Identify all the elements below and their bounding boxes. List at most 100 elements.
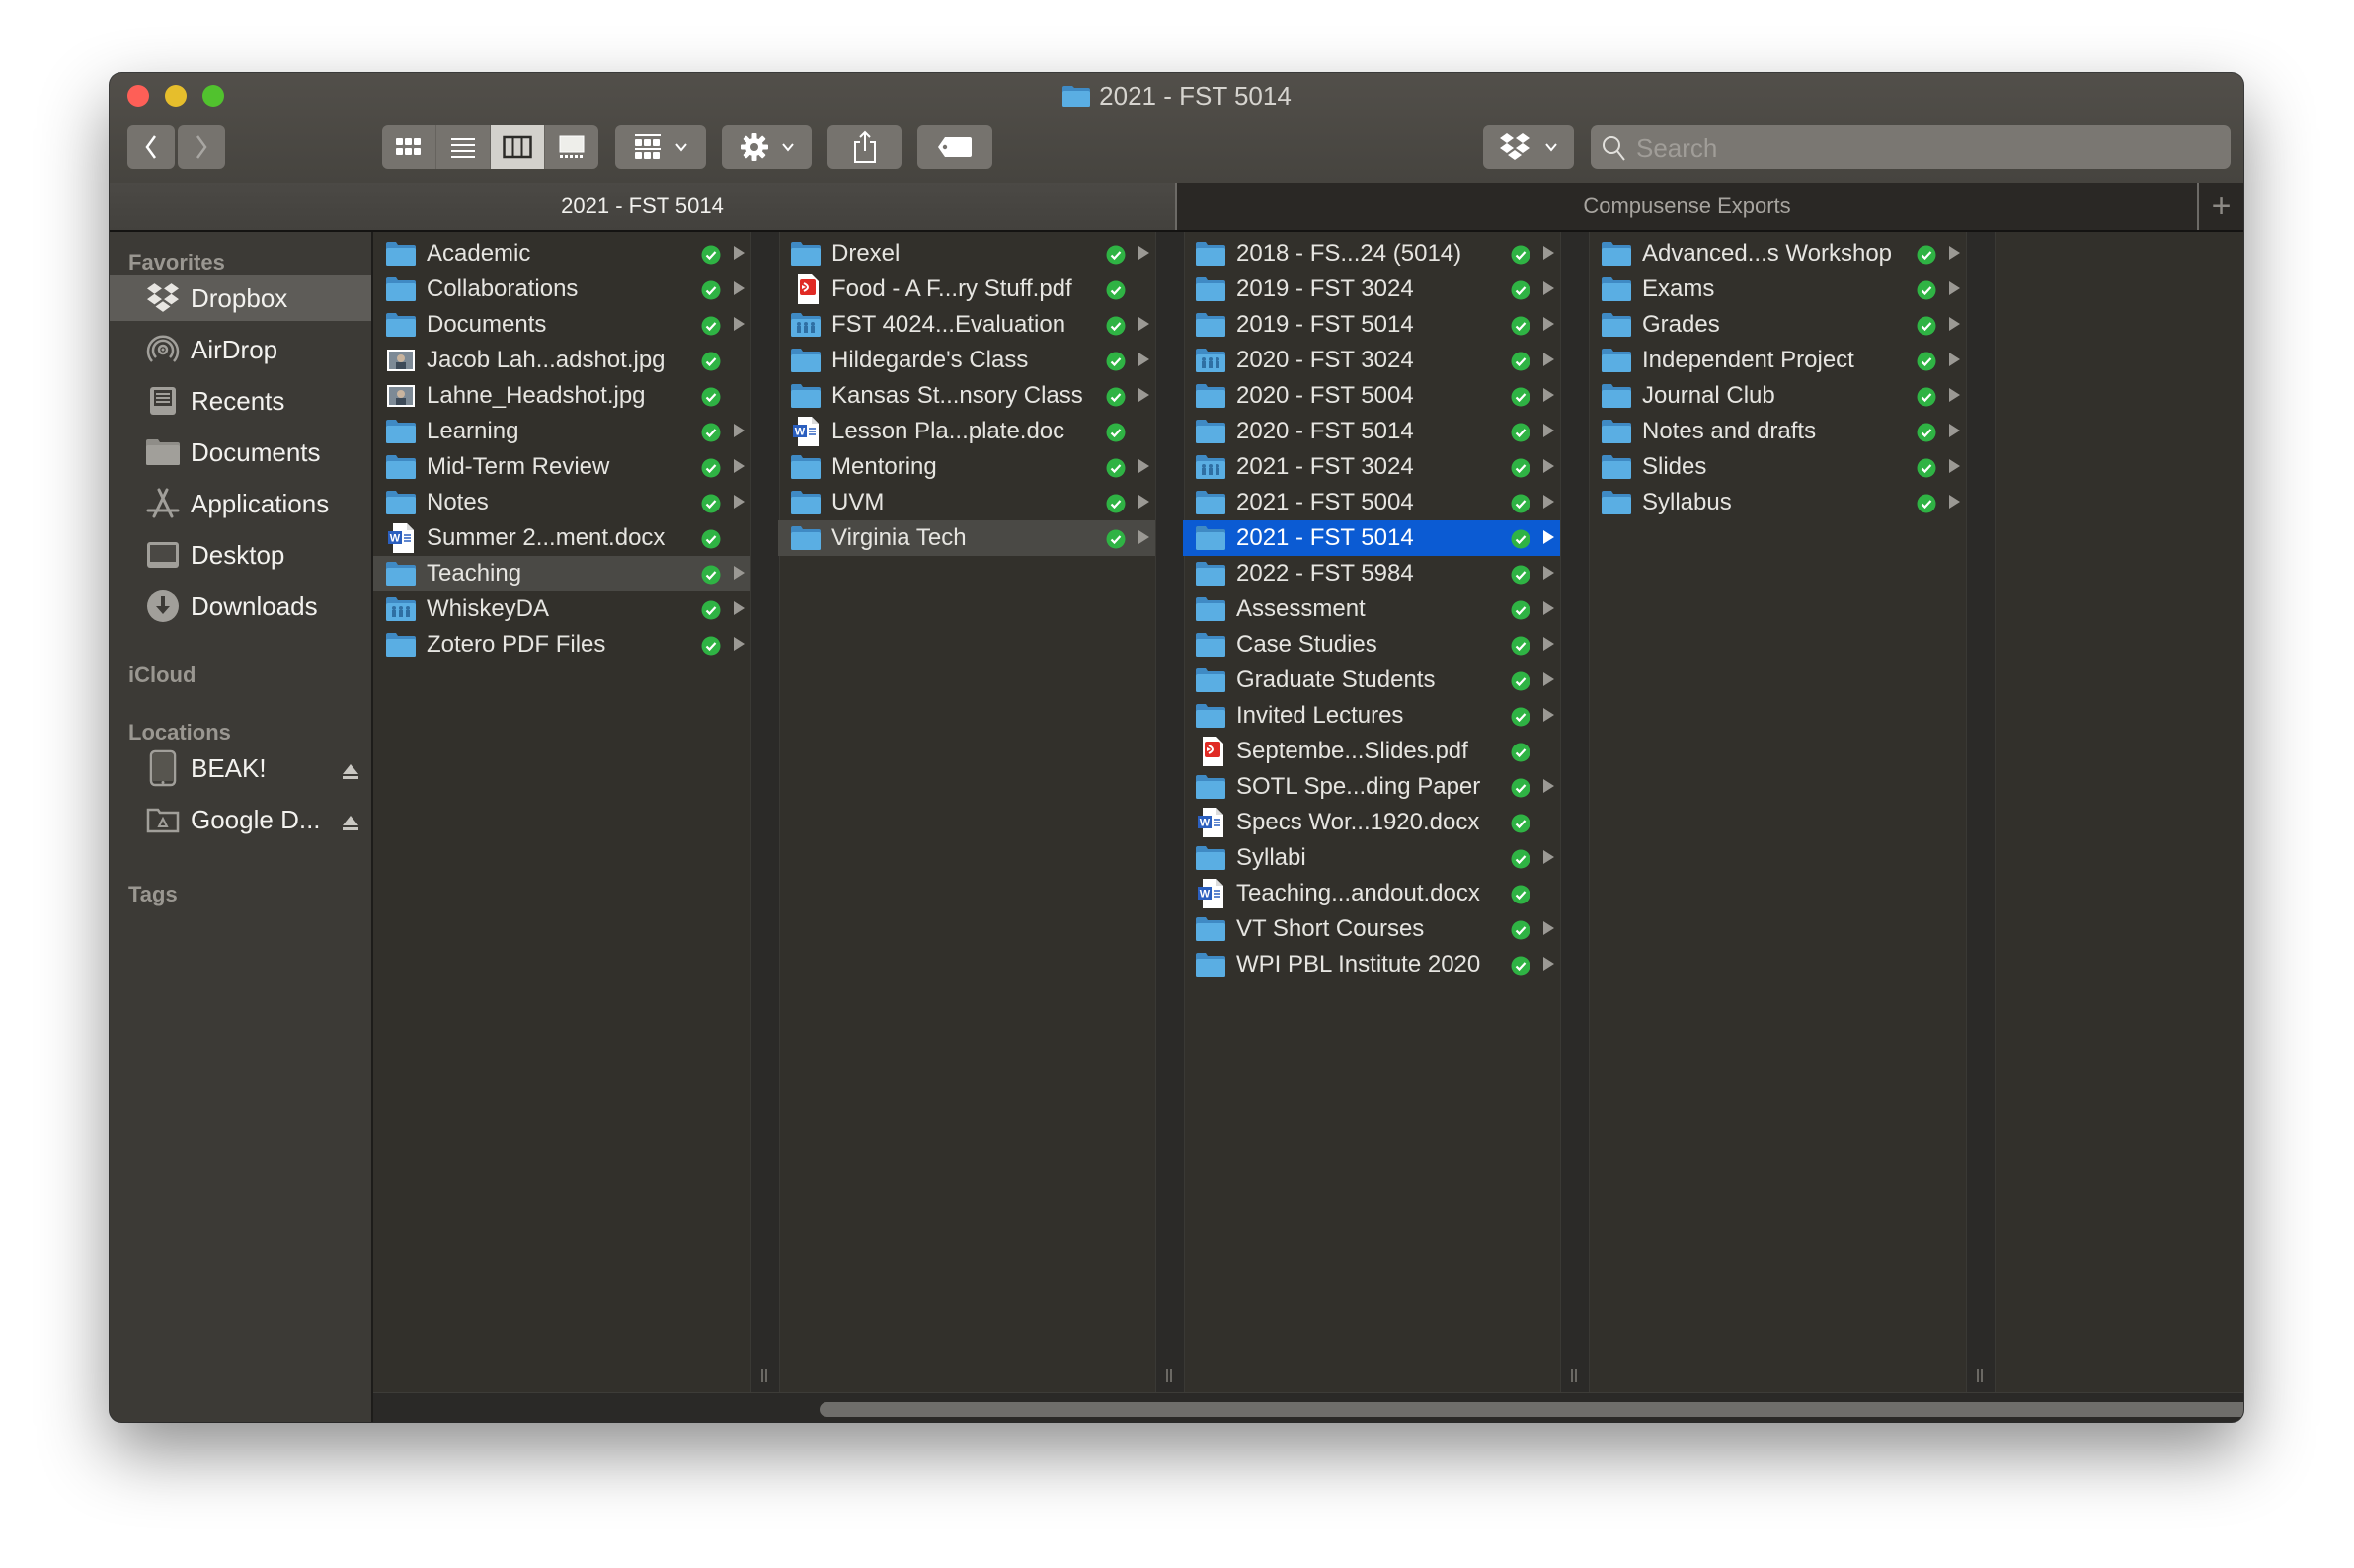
sync-status-check-icon	[1106, 351, 1126, 371]
folder-icon	[1195, 311, 1226, 339]
dropbox-menu-button[interactable]	[1483, 125, 1574, 169]
file-row[interactable]: UVM	[778, 485, 1155, 520]
file-row[interactable]: Academic	[373, 236, 750, 272]
file-row[interactable]: VT Short Courses	[1183, 911, 1560, 947]
file-row[interactable]: Jacob Lah...adshot.jpg	[373, 343, 750, 378]
file-row[interactable]: Independent Project	[1589, 343, 1966, 378]
resize-grip-icon	[1571, 1369, 1577, 1382]
sidebar-item-beak[interactable]: BEAK!	[110, 745, 371, 791]
file-row[interactable]: Hildegarde's Class	[778, 343, 1155, 378]
back-button[interactable]	[127, 125, 175, 169]
google-drive-folder-icon	[143, 800, 183, 839]
eject-icon[interactable]	[342, 757, 359, 788]
file-row[interactable]: Notes and drafts	[1589, 414, 1966, 449]
file-row[interactable]: Mid-Term Review	[373, 449, 750, 485]
file-row[interactable]: FST 4024...Evaluation	[778, 307, 1155, 343]
file-row[interactable]: 2020 - FST 5004	[1183, 378, 1560, 414]
chevron-right-icon	[196, 135, 207, 159]
file-row[interactable]: Slides	[1589, 449, 1966, 485]
file-row[interactable]: Assessment	[1183, 591, 1560, 627]
share-button[interactable]	[827, 125, 902, 169]
tab-2021-fst-5014[interactable]: 2021 - FST 5014	[110, 183, 1177, 230]
column-resize-handle[interactable]	[750, 232, 780, 1392]
sidebar-item-label: Desktop	[191, 539, 285, 570]
file-row[interactable]: W Lesson Pla...plate.doc	[778, 414, 1155, 449]
file-row[interactable]: Kansas St...nsory Class	[778, 378, 1155, 414]
column-resize-handle[interactable]	[1155, 232, 1185, 1392]
file-row[interactable]: Syllabi	[1183, 840, 1560, 876]
group-by-button[interactable]	[615, 125, 706, 169]
icon-view-button[interactable]	[382, 125, 436, 169]
file-row[interactable]: 2022 - FST 5984	[1183, 556, 1560, 591]
sidebar-item-downloads[interactable]: Downloads	[110, 584, 371, 629]
file-row[interactable]: SOTL Spe...ding Paper	[1183, 769, 1560, 805]
sidebar-item-dropbox[interactable]: Dropbox	[110, 275, 371, 321]
file-row[interactable]: 2021 - FST 3024	[1183, 449, 1560, 485]
disclosure-arrow-icon	[734, 424, 745, 437]
file-row[interactable]: Exams	[1589, 272, 1966, 307]
column-4: Advanced...s Workshop Exams Grades Independ…	[1589, 232, 1966, 1392]
file-row[interactable]: 2018 - FS...24 (5014)	[1183, 236, 1560, 272]
file-row[interactable]: Syllabus	[1589, 485, 1966, 520]
sidebar-item-airdrop[interactable]: AirDrop	[110, 327, 371, 372]
file-row[interactable]: Mentoring	[778, 449, 1155, 485]
file-row[interactable]: 2019 - FST 5014	[1183, 307, 1560, 343]
file-row[interactable]: Notes	[373, 485, 750, 520]
scrollbar-thumb[interactable]	[820, 1402, 2243, 1417]
file-row[interactable]: 2021 - FST 5014	[1183, 520, 1560, 556]
file-row[interactable]: Documents	[373, 307, 750, 343]
sidebar-item-recents[interactable]: Recents	[110, 378, 371, 424]
file-row[interactable]: 2021 - FST 5004	[1183, 485, 1560, 520]
horizontal-scrollbar[interactable]	[373, 1392, 2243, 1422]
column-view-button[interactable]	[491, 125, 545, 169]
file-row[interactable]: 2020 - FST 5014	[1183, 414, 1560, 449]
file-row[interactable]: 2020 - FST 3024	[1183, 343, 1560, 378]
sidebar-item-documents[interactable]: Documents	[110, 430, 371, 475]
file-row[interactable]: Lahne_Headshot.jpg	[373, 378, 750, 414]
eject-icon[interactable]	[342, 809, 359, 839]
file-row[interactable]: W Teaching...andout.docx	[1183, 876, 1560, 911]
tab-compusense-exports[interactable]: Compusense Exports	[1177, 183, 2199, 230]
svg-text:W: W	[390, 533, 401, 545]
folder-icon	[1195, 275, 1226, 303]
file-row[interactable]: Teaching	[373, 556, 750, 591]
file-row[interactable]: WhiskeyDA	[373, 591, 750, 627]
file-row[interactable]: Septembe...Slides.pdf	[1183, 734, 1560, 769]
column-resize-handle[interactable]	[1560, 232, 1590, 1392]
file-row[interactable]: W Specs Wor...1920.docx	[1183, 805, 1560, 840]
file-row[interactable]: Learning	[373, 414, 750, 449]
file-row[interactable]: Zotero PDF Files	[373, 627, 750, 663]
new-tab-button[interactable]: +	[2199, 183, 2243, 230]
action-menu-button[interactable]	[722, 125, 812, 169]
list-icon	[451, 138, 475, 158]
file-row[interactable]: Food - A F...ry Stuff.pdf	[778, 272, 1155, 307]
search-field[interactable]: Search	[1591, 125, 2231, 169]
column-resize-handle[interactable]	[1966, 232, 1996, 1392]
file-row[interactable]: Invited Lectures	[1183, 698, 1560, 734]
folder-icon	[1195, 524, 1226, 552]
file-row[interactable]: Journal Club	[1589, 378, 1966, 414]
file-row[interactable]: Case Studies	[1183, 627, 1560, 663]
file-row[interactable]: Advanced...s Workshop	[1589, 236, 1966, 272]
sidebar-item-google-drive[interactable]: Google D...	[110, 797, 371, 842]
file-row[interactable]: Collaborations	[373, 272, 750, 307]
file-row[interactable]: W Summer 2...ment.docx	[373, 520, 750, 556]
file-row[interactable]: WPI PBL Institute 2020	[1183, 947, 1560, 982]
resize-grip-icon	[761, 1369, 767, 1382]
file-row[interactable]: Grades	[1589, 307, 1966, 343]
file-row[interactable]: Graduate Students	[1183, 663, 1560, 698]
forward-button[interactable]	[178, 125, 225, 169]
search-placeholder: Search	[1636, 133, 1718, 163]
file-row[interactable]: Drexel	[778, 236, 1155, 272]
sync-status-check-icon	[1511, 315, 1530, 336]
gallery-view-button[interactable]	[545, 125, 598, 169]
folder-icon	[1195, 560, 1226, 588]
sidebar-item-desktop[interactable]: Desktop	[110, 532, 371, 578]
file-row[interactable]: Virginia Tech	[778, 520, 1155, 556]
sync-status-check-icon	[1511, 528, 1530, 549]
folder-icon	[1601, 347, 1632, 374]
list-view-button[interactable]	[436, 125, 491, 169]
sidebar-item-applications[interactable]: Applications	[110, 481, 371, 526]
file-row[interactable]: 2019 - FST 3024	[1183, 272, 1560, 307]
edit-tags-button[interactable]	[917, 125, 992, 169]
